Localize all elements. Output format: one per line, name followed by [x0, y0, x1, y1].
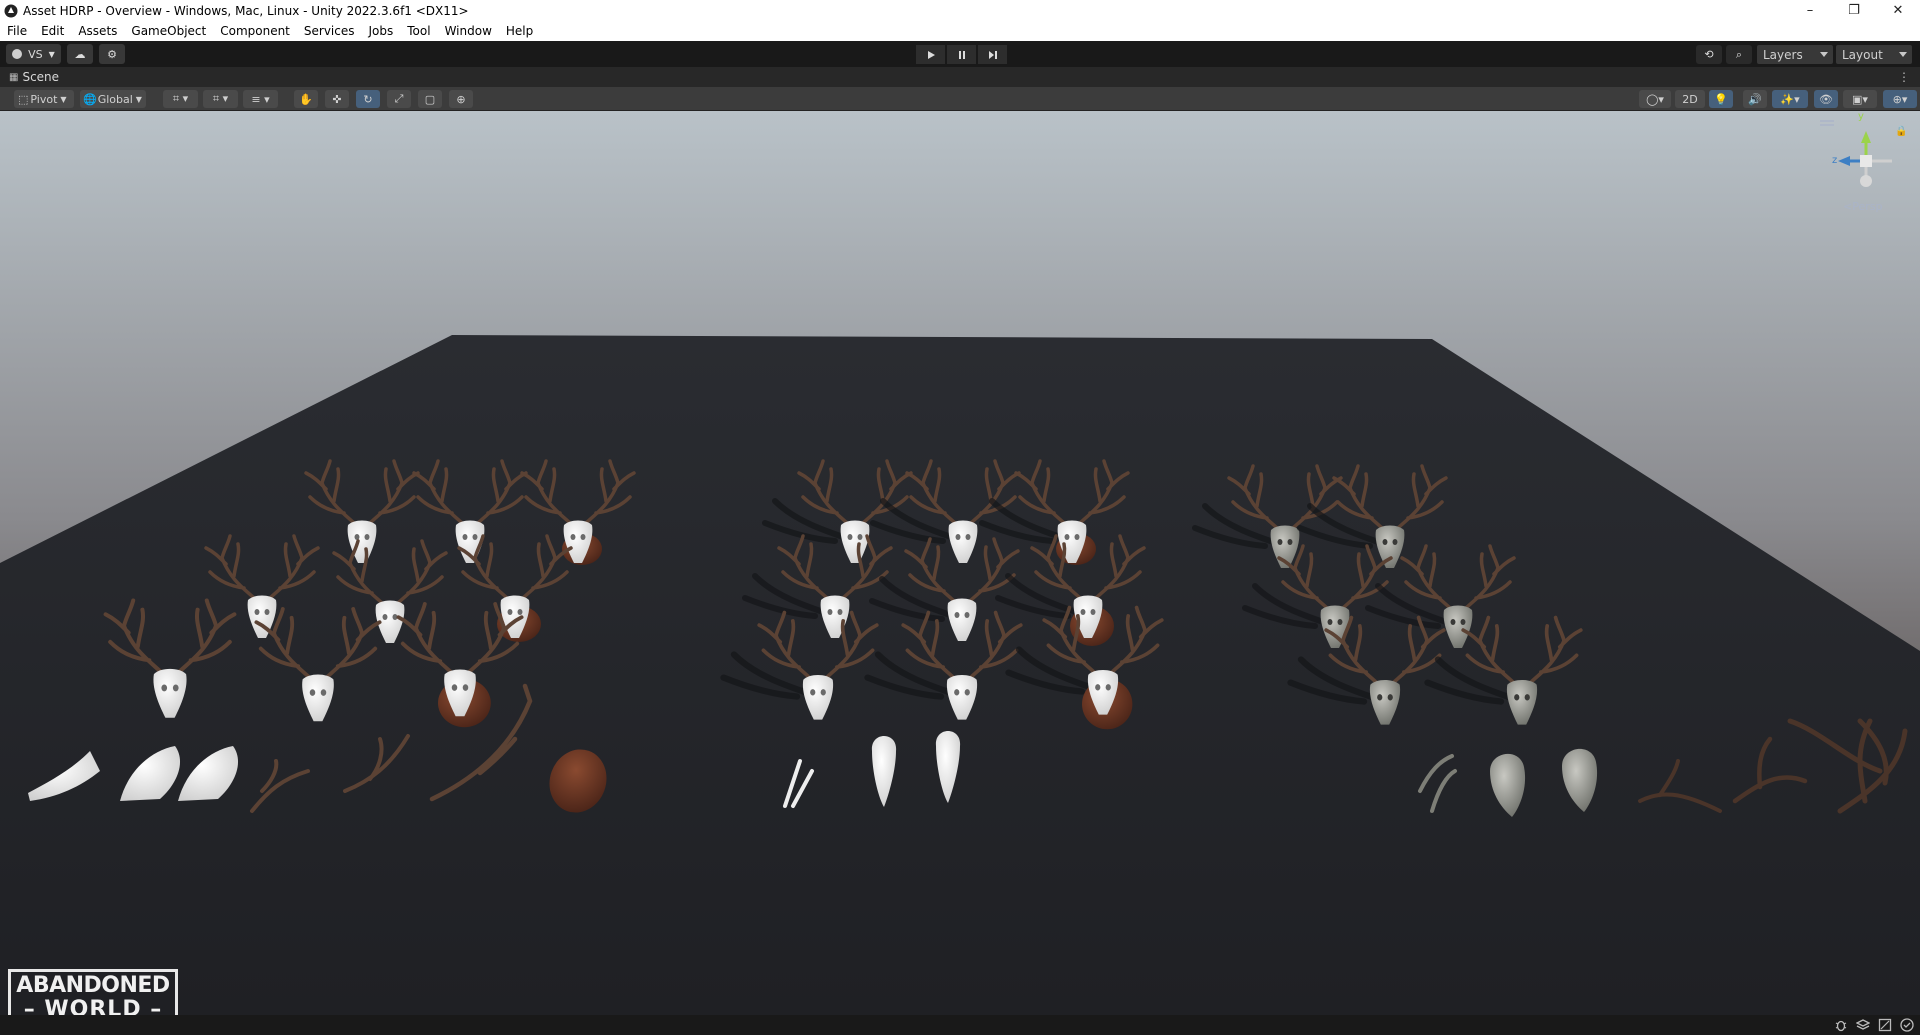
scale-tool-icon[interactable]: ⤢	[387, 90, 411, 108]
menu-component[interactable]: Component	[213, 24, 297, 38]
bug-icon[interactable]	[1834, 1018, 1848, 1032]
checkmark-icon[interactable]	[1900, 1018, 1914, 1032]
play-controls	[916, 45, 1007, 64]
chevron-down-icon	[1820, 52, 1828, 57]
mode-2d-toggle[interactable]: 2D	[1675, 90, 1705, 108]
effects-dropdown[interactable]: ✨▾	[1772, 90, 1808, 108]
camera-settings-dropdown[interactable]: ▣▾	[1843, 90, 1877, 108]
move-tool-icon[interactable]: ✜	[325, 90, 349, 108]
scene-viewport[interactable]: y z 🔒	[0, 111, 1920, 1015]
cloud-icon[interactable]: ☁	[67, 44, 93, 64]
search-icon[interactable]: ⌕	[1726, 45, 1752, 64]
pivot-icon: ⬚	[18, 92, 29, 106]
menu-assets[interactable]: Assets	[71, 24, 124, 38]
hidden-objects-icon[interactable]: 👁	[1814, 90, 1838, 108]
title-bar: Asset HDRP - Overview - Windows, Mac, Li…	[0, 0, 1920, 21]
pivot-label: Pivot	[30, 92, 58, 106]
rect-tool-icon[interactable]: ▢	[418, 90, 442, 108]
play-icon	[927, 50, 935, 59]
persp-label: Persp	[1852, 200, 1883, 213]
scene-tab-bar: ▦ Scene ⋮	[0, 67, 1920, 87]
menu-help[interactable]: Help	[499, 24, 540, 38]
menu-edit[interactable]: Edit	[34, 24, 71, 38]
layers-dropdown[interactable]: Layers	[1757, 45, 1833, 64]
pause-button[interactable]	[947, 45, 976, 64]
shading-mode-dropdown[interactable]: ◯▾	[1639, 90, 1671, 108]
layout-dropdown[interactable]: Layout	[1836, 45, 1912, 64]
unity-logo-icon	[4, 4, 18, 17]
chevron-left-icon: <	[1843, 200, 1853, 213]
collab-settings-icon[interactable]: ⚙	[99, 44, 125, 64]
grid-visibility-dropdown[interactable]: ⌗ ▾	[203, 90, 238, 108]
lighting-toggle-icon[interactable]: 💡	[1709, 90, 1733, 108]
layout-label: Layout	[1842, 47, 1883, 62]
menu-file[interactable]: File	[0, 24, 34, 38]
more-options-icon[interactable]: ⋮	[1898, 70, 1910, 84]
minimize-icon[interactable]: –	[1788, 0, 1832, 21]
menu-gameobject[interactable]: GameObject	[124, 24, 213, 38]
status-bar	[0, 1015, 1920, 1035]
pivot-dropdown[interactable]: ⬚ Pivot ▼	[14, 90, 74, 108]
network-icon[interactable]	[1878, 1018, 1892, 1032]
menu-jobs[interactable]: Jobs	[362, 24, 401, 38]
gizmos-dropdown[interactable]: ⊕▾	[1883, 90, 1917, 108]
tab-scene[interactable]: Scene	[22, 70, 59, 84]
globe-icon: 🌐	[83, 92, 97, 106]
transform-tool-icon[interactable]: ⊕	[449, 90, 473, 108]
audio-toggle-icon[interactable]: 🔊	[1743, 90, 1767, 108]
step-button[interactable]	[978, 45, 1007, 64]
chevron-down-icon	[1899, 52, 1907, 57]
hand-tool-icon[interactable]: ✋	[294, 90, 318, 108]
mode-2d-label: 2D	[1682, 92, 1698, 106]
scene-render	[0, 111, 1920, 1015]
grid-snap-dropdown[interactable]: ⌗ ▾	[163, 90, 198, 108]
increment-snap-dropdown[interactable]: ≡ ▾	[243, 90, 278, 108]
global-dropdown[interactable]: 🌐 Global ▼	[80, 90, 146, 108]
gizmo-axis-z: z	[1832, 155, 1838, 166]
menu-services[interactable]: Services	[297, 24, 362, 38]
window-title: Asset HDRP - Overview - Windows, Mac, Li…	[23, 3, 469, 18]
menu-tool[interactable]: Tool	[400, 24, 437, 38]
close-icon[interactable]: ✕	[1876, 0, 1920, 21]
step-icon	[988, 50, 997, 59]
layers-stack-icon[interactable]	[1855, 1018, 1871, 1032]
gizmo-axis-y: y	[1858, 111, 1864, 122]
rotate-tool-icon[interactable]: ↻	[356, 90, 380, 108]
restore-icon[interactable]: ❐	[1832, 0, 1876, 21]
menu-bar: File Edit Assets GameObject Component Se…	[0, 21, 1920, 41]
pause-icon	[958, 50, 965, 59]
projection-toggle[interactable]: <Persp	[1843, 200, 1882, 213]
menu-window[interactable]: Window	[438, 24, 499, 38]
account-dropdown[interactable]: VS ▼	[6, 44, 61, 64]
scene-toolbar: ⬚ Pivot ▼ 🌐 Global ▼ ⌗ ▾ ⌗ ▾ ≡ ▾ ✋ ✜ ↻ ⤢…	[0, 87, 1920, 111]
account-icon	[12, 49, 23, 59]
global-label: Global	[97, 92, 133, 106]
main-toolbar: VS ▼ ☁ ⚙ ⟲ ⌕ Layers Layout	[0, 41, 1920, 67]
logo-line1: ABANDONED	[16, 973, 170, 998]
lock-icon[interactable]: 🔒	[1895, 126, 1907, 137]
layers-label: Layers	[1763, 47, 1803, 62]
history-icon[interactable]: ⟲	[1696, 45, 1722, 64]
play-button[interactable]	[916, 45, 945, 64]
scene-tab-icon: ▦	[9, 71, 19, 83]
account-label: VS	[28, 47, 43, 61]
